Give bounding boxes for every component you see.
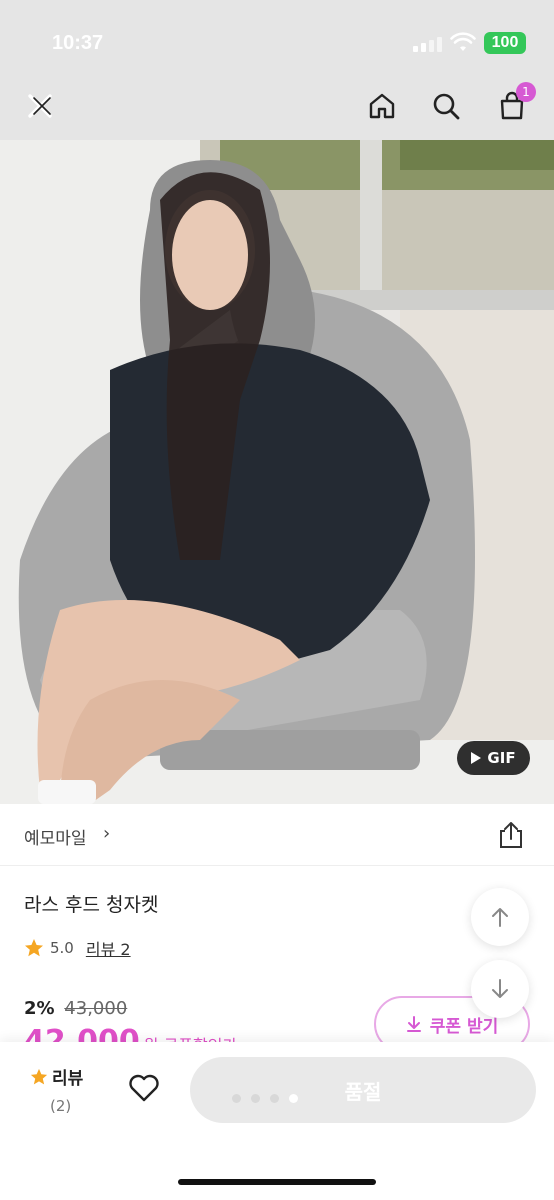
cart-badge: 1 xyxy=(516,82,536,102)
page-dot xyxy=(251,1094,260,1103)
gif-label: GIF xyxy=(487,749,516,767)
review-tab-label: 리뷰 xyxy=(52,1069,84,1089)
play-icon xyxy=(471,752,482,764)
price-row: 2% 43,000 xyxy=(24,998,127,1019)
top-bar xyxy=(0,0,554,140)
status-time: 10:37 xyxy=(52,32,104,54)
heart-icon[interactable] xyxy=(128,1072,160,1104)
search-button[interactable] xyxy=(426,86,466,126)
scroll-down-button[interactable] xyxy=(471,960,529,1018)
arrow-up-icon xyxy=(492,908,508,927)
rating-row: 5.0 리뷰 2 xyxy=(24,936,131,960)
product-photo-illustration xyxy=(0,140,554,804)
review-count: (2) xyxy=(50,1097,72,1115)
page-dot-active xyxy=(289,1094,298,1103)
gif-badge[interactable]: GIF xyxy=(457,741,530,775)
close-icon xyxy=(28,94,52,118)
product-image[interactable] xyxy=(0,140,554,804)
close-button[interactable] xyxy=(20,86,60,126)
download-icon xyxy=(406,1016,421,1032)
chevron-right-icon: › xyxy=(103,823,111,844)
review-link[interactable]: 리뷰 2 xyxy=(86,936,131,960)
page-dot xyxy=(232,1094,241,1103)
rating-value: 5.0 xyxy=(50,939,74,957)
arrow-down-icon xyxy=(492,979,508,998)
home-indicator[interactable] xyxy=(178,1179,376,1185)
product-title: 라스 후드 청자켓 xyxy=(24,894,159,916)
star-icon xyxy=(30,1068,48,1084)
battery-indicator: 100 xyxy=(484,32,526,54)
original-price: 43,000 xyxy=(64,998,128,1019)
store-row[interactable]: 예모마일 › xyxy=(0,804,554,866)
image-pagination xyxy=(232,1094,298,1103)
sold-out-label: 품절 xyxy=(344,1079,382,1104)
search-icon xyxy=(433,93,460,120)
review-tab[interactable]: 리뷰 (2) xyxy=(30,1064,83,1115)
scroll-up-button[interactable] xyxy=(471,888,529,946)
share-icon[interactable] xyxy=(496,820,526,850)
wifi-icon xyxy=(450,32,476,51)
discount-rate: 2% xyxy=(24,998,55,1019)
star-icon xyxy=(25,939,43,957)
sold-out-button[interactable]: 품절 xyxy=(190,1057,536,1123)
page-dot xyxy=(270,1094,279,1103)
home-icon xyxy=(369,93,395,119)
cart-button[interactable]: 1 xyxy=(492,82,536,126)
store-name[interactable]: 예모마일 xyxy=(24,824,87,849)
signal-icon xyxy=(413,36,442,52)
home-button[interactable] xyxy=(362,86,402,126)
